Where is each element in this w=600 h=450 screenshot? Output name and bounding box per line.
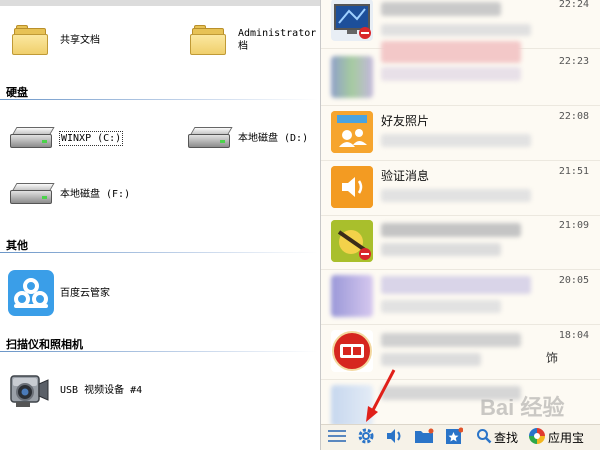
blurred-avatar	[331, 275, 373, 317]
blurred-preview	[381, 243, 501, 256]
message-preview-char: 饰	[546, 351, 559, 365]
blurred-preview	[381, 300, 501, 313]
drive-c[interactable]: WINXP (C:)	[8, 124, 124, 152]
device-label: USB 视频设备 #4	[60, 384, 143, 396]
friend-photos-icon	[331, 111, 373, 153]
folder-administrator-docs[interactable]: Administrator 档	[190, 24, 316, 56]
usb-video-device[interactable]: USB 视频设备 #4	[8, 370, 142, 410]
drive-label: 本地磁盘 (D:)	[238, 132, 309, 144]
app-store-label: 应用宝	[547, 431, 584, 445]
message-row-friend-photos[interactable]: 好友照片 22:08	[321, 104, 600, 161]
folder-icon	[414, 428, 434, 448]
blurred-preview	[381, 353, 481, 366]
message-time: 20:05	[558, 275, 589, 286]
blurred-name	[381, 223, 521, 237]
blurred-name	[381, 276, 531, 294]
jingbao-avatar	[331, 330, 373, 372]
message-time: 21:51	[558, 166, 589, 177]
blurred-avatar	[331, 56, 373, 98]
section-divider	[0, 351, 318, 352]
section-divider	[0, 99, 318, 100]
baidu-cloud-manager[interactable]: 百度云管家	[8, 270, 110, 316]
blurred-preview	[381, 67, 521, 81]
message-row[interactable]: 20:05	[321, 268, 600, 325]
message-time: 22:08	[558, 111, 589, 122]
folder-label: Administrator	[238, 28, 317, 39]
blurred-preview	[381, 24, 531, 36]
blurred-preview	[381, 189, 531, 202]
message-time: 18:04	[558, 330, 589, 341]
folder-shared-docs[interactable]: 共享文档	[12, 24, 100, 56]
drive-label: WINXP (C:)	[58, 130, 124, 146]
hard-drive-icon	[8, 124, 55, 152]
file-folder-button[interactable]	[409, 427, 439, 449]
drive-f[interactable]: 本地磁盘 (F:)	[8, 180, 130, 208]
hard-drive-icon	[186, 124, 233, 152]
app-store-icon	[528, 427, 546, 449]
search-button[interactable]: 查找	[469, 427, 525, 449]
speaker-icon	[331, 166, 373, 208]
message-title: 验证消息	[381, 169, 430, 183]
section-title-scanners: 扫描仪和照相机	[6, 338, 83, 351]
hamburger-icon	[328, 428, 346, 447]
blurred-name	[381, 2, 501, 16]
message-time: 21:09	[558, 220, 589, 231]
blurred-name	[381, 333, 521, 347]
baidu-cloud-icon	[8, 270, 54, 316]
message-title: 好友照片	[381, 114, 430, 128]
game-avatar	[331, 220, 373, 262]
folder-label-line2: 档	[238, 41, 248, 52]
menu-button[interactable]	[321, 427, 353, 449]
message-time: 22:24	[558, 0, 589, 10]
webcam-icon	[8, 370, 50, 410]
annotation-arrow	[360, 368, 400, 432]
message-row[interactable]: 21:09	[321, 213, 600, 270]
message-time: 22:23	[558, 56, 589, 67]
section-title-drives: 硬盘	[6, 86, 28, 99]
explorer-pane: 共享文档 Administrator 档 硬盘 WINXP (C:) 本地磁盘 …	[0, 0, 320, 450]
monitor-avatar	[331, 0, 373, 41]
message-row[interactable]: 22:23	[321, 41, 600, 106]
section-title-other: 其他	[6, 239, 28, 252]
folder-icon	[12, 24, 48, 56]
hard-drive-icon	[8, 180, 55, 208]
search-label: 查找	[493, 431, 518, 445]
section-divider	[0, 252, 318, 253]
top-strip	[0, 0, 320, 6]
favorites-button[interactable]	[439, 427, 469, 449]
drive-label: 本地磁盘 (F:)	[60, 188, 131, 200]
folder-icon	[190, 24, 226, 56]
search-icon	[476, 428, 492, 448]
folder-label: 共享文档	[60, 34, 100, 46]
message-row-verification[interactable]: 验证消息 21:51	[321, 159, 600, 216]
app-store-button[interactable]: 应用宝	[525, 427, 587, 449]
drive-d[interactable]: 本地磁盘 (D:)	[186, 124, 308, 152]
watermark: Bai 经验	[480, 395, 565, 420]
blurred-preview	[381, 134, 531, 147]
star-box-icon	[445, 427, 464, 449]
blurred-name	[381, 41, 521, 63]
app-label: 百度云管家	[60, 287, 110, 299]
